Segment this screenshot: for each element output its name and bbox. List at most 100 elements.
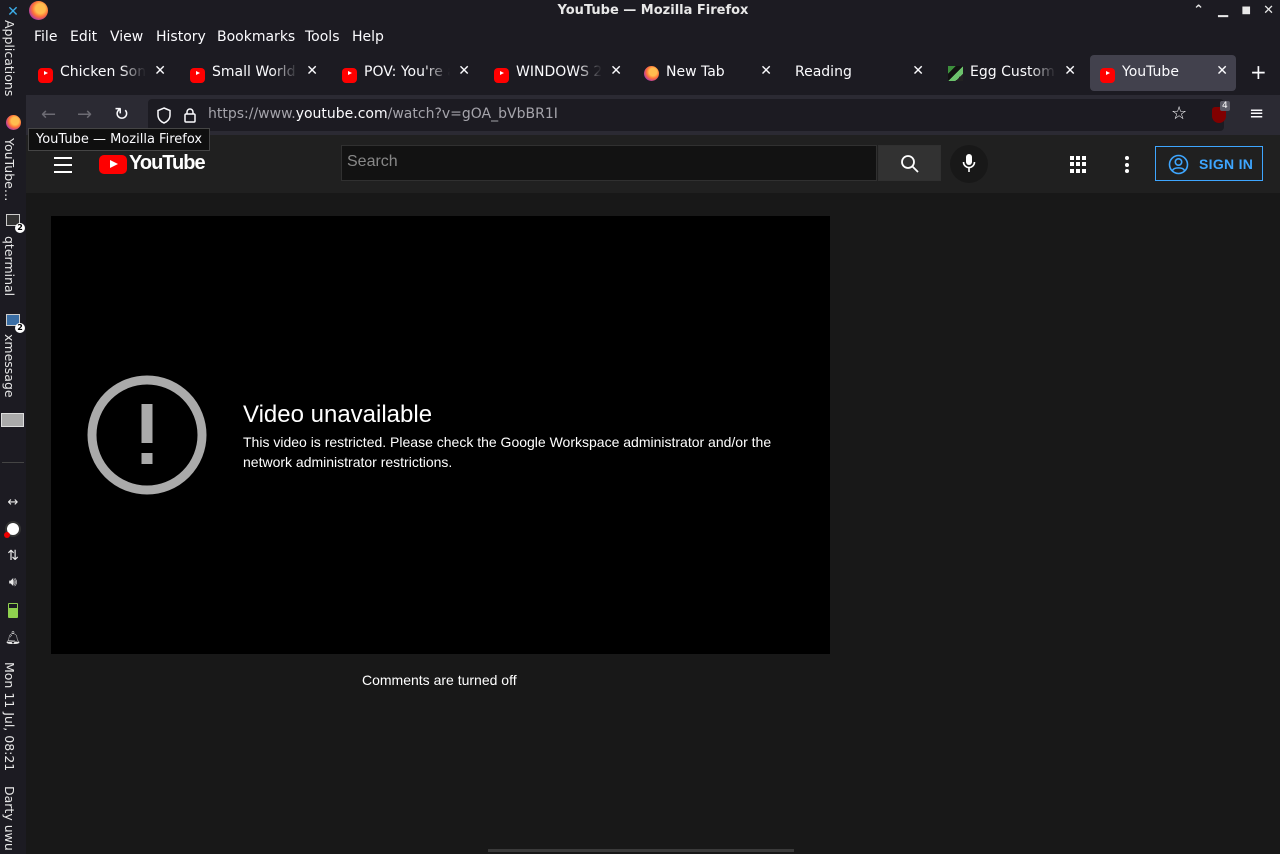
youtube-icon [342,68,357,83]
video-player[interactable]: Video unavailable This video is restrict… [51,216,830,654]
search-icon [901,155,919,173]
tab-title: POV: You're a I [364,64,450,80]
back-arrow-icon[interactable]: ← [41,104,56,125]
new-tab-plus-icon[interactable]: + [1250,60,1267,84]
error-message: This video is restricted. Please check t… [243,434,772,470]
tooltip: YouTube — Mozilla Firefox [28,128,211,151]
guide-menu-icon[interactable] [54,157,72,173]
youtube-page: YouTube Search SIGN IN Video unavailable… [26,135,1280,854]
maximize-icon[interactable]: ■ [1242,0,1251,22]
tab-bar: Chicken Song ✕ Small World - ✕ POV: You'… [26,51,1280,95]
qterminal-count-badge: 2 [15,223,25,233]
comments-disabled-notice: Comments are turned off [362,672,517,688]
notification-bell-icon[interactable]: 🔔︎ [3,628,23,648]
search-input[interactable]: Search [341,145,877,181]
tab-pov[interactable]: POV: You're a I ✕ [332,55,478,91]
firefox-icon [29,1,48,20]
ublock-count-badge: 4 [1220,101,1230,111]
menu-tools[interactable]: Tools [305,29,340,45]
tab-title: WINDOWS 20( [516,64,602,80]
tab-reading[interactable]: Reading ✕ [786,55,932,91]
navigation-bar: ← → ↻ https://www.youtube.com/watch?v=gO… [26,95,1280,135]
microphone-icon [962,154,976,172]
window-titlebar: YouTube — Mozilla Firefox ⌃ ▁ ■ ✕ [26,0,1280,23]
close-tab-icon[interactable]: ✕ [306,63,318,79]
tab-small-world[interactable]: Small World - ✕ [180,55,326,91]
firefox-icon [644,66,659,81]
tab-chicken-song[interactable]: Chicken Song ✕ [28,55,174,91]
xmessage-task[interactable]: xmessage [2,334,17,398]
settings-kebab-icon[interactable] [1125,156,1129,173]
clock[interactable]: Mon 11 Jul, 08:21 [2,662,17,771]
menu-edit[interactable]: Edit [70,29,97,45]
battery-icon[interactable] [3,600,23,620]
menu-help[interactable]: Help [352,29,384,45]
youtube-icon [1100,68,1115,83]
close-tab-icon[interactable]: ✕ [912,63,924,79]
youtube-play-icon [99,155,127,174]
tab-title: New Tab [666,64,725,80]
qterminal-task[interactable]: qterminal [2,236,17,296]
sign-in-button[interactable]: SIGN IN [1155,146,1263,181]
tab-windows[interactable]: WINDOWS 20( ✕ [484,55,630,91]
network-transfer-icon[interactable]: ⇅ [3,546,23,566]
tab-youtube[interactable]: YouTube ✕ [1090,55,1236,91]
tab-egg-customer[interactable]: Egg Customer ✕ [938,55,1084,91]
sign-in-label: SIGN IN [1199,156,1254,172]
menu-view[interactable]: View [110,29,143,45]
forward-arrow-icon[interactable]: → [77,104,92,125]
shield-icon[interactable] [156,107,172,124]
scroll-indicator [488,849,794,852]
tab-title: Small World - [212,64,298,80]
workspace-switcher[interactable] [1,413,24,427]
youtube-masthead: YouTube Search SIGN IN [26,135,1280,193]
lock-icon[interactable] [183,107,197,123]
reload-icon[interactable]: ↻ [114,104,129,125]
obs-icon[interactable] [3,519,23,539]
xmessage-task-icon[interactable]: 2 [3,310,25,333]
tab-title: Egg Customer [970,64,1056,80]
account-icon [1168,154,1189,175]
hamburger-menu-icon[interactable]: ≡ [1249,103,1264,124]
close-tab-icon[interactable]: ✕ [154,63,166,79]
close-tab-icon[interactable]: ✕ [760,63,772,79]
menu-history[interactable]: History [156,29,206,45]
voice-search-button[interactable] [950,145,988,183]
close-tab-icon[interactable]: ✕ [1216,63,1228,79]
error-title: Video unavailable [243,401,433,428]
url-bar[interactable]: https://www.youtube.com/watch?v=gOA_bVbB… [148,99,1224,131]
youtube-wordmark: YouTube [129,152,206,174]
tab-title: Chicken Song [60,64,146,80]
volume-icon[interactable]: 🔊︎ [3,572,23,592]
window-title: YouTube — Mozilla Firefox [557,3,749,18]
youtube-icon [190,68,205,83]
ublock-icon[interactable]: 4 [1212,101,1230,123]
warning-exclamation-icon [87,375,207,495]
terminal-task-icon[interactable]: 2 [3,210,25,233]
youtube-task[interactable]: YouTube… [2,138,17,201]
minimize-icon[interactable]: ▁ [1218,0,1228,22]
user-label[interactable]: Darty uwu [2,786,17,851]
xfce-logo-icon[interactable]: ✕ [3,2,23,22]
youtube-icon [494,68,509,83]
tab-new-tab[interactable]: New Tab ✕ [634,55,780,91]
bookmark-star-icon[interactable]: ☆ [1171,103,1187,124]
close-tab-icon[interactable]: ✕ [1064,63,1076,79]
close-tab-icon[interactable]: ✕ [458,63,470,79]
close-window-icon[interactable]: ✕ [1263,0,1274,22]
firefox-task-icon[interactable] [3,112,23,132]
xmessage-count-badge: 2 [15,323,25,333]
resize-arrows-icon[interactable]: ↔ [3,492,23,512]
chevron-up-icon[interactable]: ⌃ [1193,0,1204,22]
menu-bookmarks[interactable]: Bookmarks [217,29,295,45]
youtube-icon [38,68,53,83]
apps-grid-icon[interactable] [1070,156,1087,173]
close-tab-icon[interactable]: ✕ [610,63,622,79]
search-button[interactable] [878,145,941,181]
pixel-icon [948,66,963,81]
menu-file[interactable]: File [34,29,57,45]
tab-title: Reading [795,64,852,80]
url-text[interactable]: https://www.youtube.com/watch?v=gOA_bVbB… [208,106,558,122]
tab-title: YouTube [1122,64,1179,80]
applications-menu[interactable]: Applications [2,20,17,96]
